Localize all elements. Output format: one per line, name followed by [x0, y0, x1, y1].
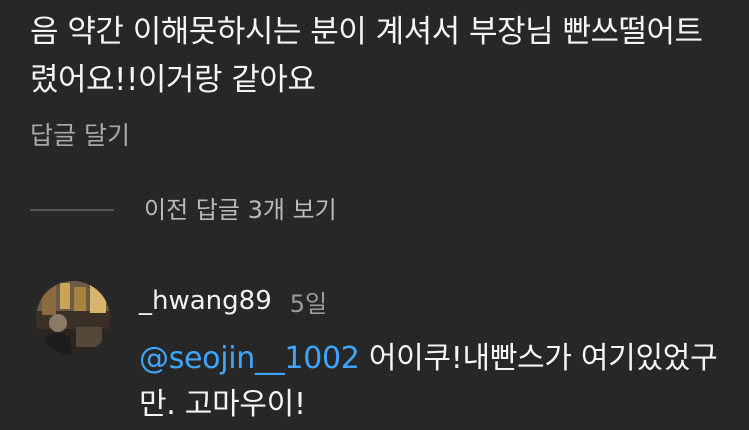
avatar[interactable] [36, 281, 110, 355]
reply-text: @seojin__1002 어이쿠!내빤스가 여기있었구만. 고마우이! [139, 336, 729, 428]
mention-link[interactable]: @seojin__1002 [139, 341, 360, 376]
replies-divider [30, 209, 114, 211]
reply-button[interactable]: 답글 달기 [30, 116, 130, 156]
reply-header: _hwang89 5일 [139, 280, 327, 322]
avatar-photo [36, 281, 110, 355]
comment-text: 음 약간 이해못하시는 분이 계셔서 부장님 빤쓰떨어트렸어요!!이거랑 같아요 [30, 14, 703, 98]
reply-author[interactable]: _hwang89 [139, 286, 272, 316]
view-previous-replies-button[interactable]: 이전 답글 3개 보기 [30, 190, 337, 230]
view-previous-replies-label: 이전 답글 3개 보기 [144, 196, 337, 224]
reply-age: 5일 [289, 289, 328, 318]
